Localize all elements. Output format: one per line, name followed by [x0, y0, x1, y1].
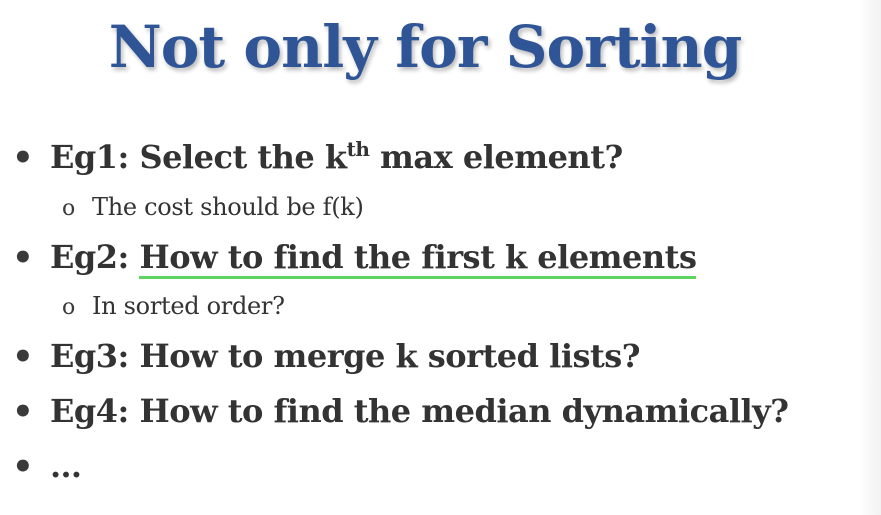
eg1-prefix: Eg1: Select the k — [50, 138, 347, 176]
bullet-text-eg2: Eg2: How to find the first k elements — [50, 238, 697, 279]
bullet-dot-icon: • — [12, 392, 34, 432]
sub-text-eg2: In sorted order? — [92, 292, 285, 320]
bullet-dot-icon: • — [12, 138, 34, 178]
eg2-highlighted-text: How to find the first k elements — [139, 238, 697, 279]
bullet-list: • Eg1: Select the kth max element? o The… — [0, 0, 860, 515]
eg1-superscript: th — [346, 137, 370, 161]
bullet-text-eg3: Eg3: How to merge k sorted lists? — [50, 337, 641, 375]
bullet-dot-icon: • — [12, 337, 34, 377]
bullet-text-eg4: Eg4: How to find the median dynamically? — [50, 392, 789, 430]
bullet-dot-icon: • — [12, 447, 34, 487]
slide-edge-shade — [859, 0, 881, 515]
bullet-text-ellipsis: … — [50, 447, 82, 485]
bullet-text-eg1: Eg1: Select the kth max element? — [50, 138, 623, 176]
eg1-suffix: max element? — [369, 138, 623, 176]
bullet-dot-icon: • — [12, 238, 34, 278]
sub-text-eg1: The cost should be f(k) — [92, 193, 364, 221]
sub-bullet-icon: o — [62, 196, 76, 221]
eg2-prefix: Eg2: — [50, 238, 140, 276]
sub-bullet-icon: o — [62, 295, 76, 320]
